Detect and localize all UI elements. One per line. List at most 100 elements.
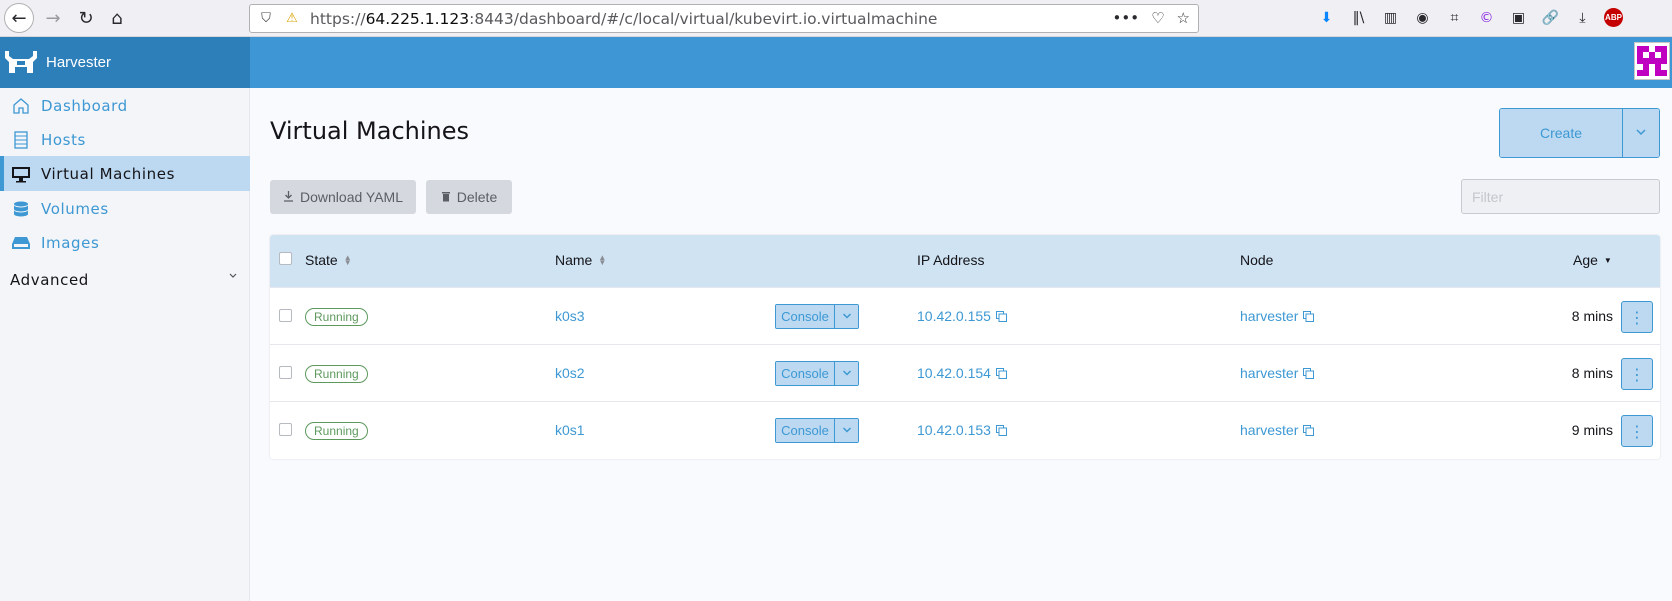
bookmark-star-icon[interactable]: ☆	[1177, 9, 1190, 27]
delete-button[interactable]: Delete	[426, 180, 512, 214]
copy-icon[interactable]	[995, 309, 1007, 322]
app-header: Harvester	[0, 37, 1672, 88]
console-dropdown-button[interactable]	[835, 362, 858, 385]
sidebar-item-hosts[interactable]: Hosts	[0, 122, 250, 157]
row-actions-button[interactable]: ⋮	[1621, 415, 1653, 447]
account-icon[interactable]: ◉	[1412, 7, 1433, 28]
row-checkbox[interactable]	[279, 423, 292, 436]
copy-icon[interactable]	[995, 423, 1007, 436]
row-actions-button[interactable]: ⋮	[1621, 301, 1653, 333]
sidebar-item-images[interactable]: Images	[0, 225, 250, 260]
column-header-name[interactable]: Name ▲ ▼	[555, 252, 606, 268]
kebab-icon: ⋮	[1629, 364, 1645, 384]
node-link[interactable]: harvester	[1240, 308, 1315, 324]
column-header-state[interactable]: State ▲ ▼	[305, 252, 352, 268]
console-button-group: Console	[775, 304, 859, 329]
chevron-down-icon	[1635, 126, 1647, 141]
crop-icon[interactable]: ⌗	[1444, 7, 1465, 28]
console-dropdown-button[interactable]	[835, 305, 858, 328]
database-icon	[11, 200, 31, 218]
home-icon	[11, 97, 31, 115]
console-button[interactable]: Console	[776, 305, 835, 328]
row-checkbox[interactable]	[279, 309, 292, 322]
ip-address-link[interactable]: 10.42.0.153	[917, 422, 1007, 438]
extension-download-icon[interactable]: ⤓	[1572, 7, 1593, 28]
kebab-icon: ⋮	[1629, 421, 1645, 441]
sidebar: Dashboard Hosts Virtual Machines Volumes…	[0, 88, 250, 601]
vm-name-link[interactable]: k0s2	[555, 365, 585, 381]
sort-descending-icon: ▼	[1603, 255, 1612, 265]
create-button-group: Create	[1499, 108, 1660, 158]
brand[interactable]: Harvester	[0, 37, 250, 88]
console-dropdown-button[interactable]	[835, 419, 858, 442]
page-actions-icon[interactable]: •••	[1113, 9, 1140, 27]
row-checkbox[interactable]	[279, 366, 292, 379]
home-icon[interactable]: ⌂	[103, 4, 131, 32]
shield-icon[interactable]: ⛉	[256, 11, 276, 26]
sidebar-item-dashboard[interactable]: Dashboard	[0, 88, 250, 123]
vm-name-link[interactable]: k0s1	[555, 422, 585, 438]
node-link[interactable]: harvester	[1240, 365, 1315, 381]
status-badge: Running	[305, 308, 368, 326]
extension-c-icon[interactable]: ©	[1476, 7, 1497, 28]
status-badge: Running	[305, 422, 368, 440]
extension-tray-icon[interactable]: ▣	[1508, 7, 1529, 28]
user-avatar[interactable]	[1634, 42, 1670, 80]
chevron-down-icon	[842, 423, 852, 438]
monitor-icon	[11, 165, 31, 183]
back-arrow-icon[interactable]: ←	[4, 3, 34, 33]
status-badge: Running	[305, 365, 368, 383]
pocket-icon[interactable]: ♡	[1151, 9, 1164, 27]
chevron-down-icon	[842, 366, 852, 381]
downloads-icon[interactable]: ⬇	[1316, 7, 1337, 28]
insecure-lock-icon[interactable]: ⚠	[282, 11, 302, 26]
table-header: State ▲ ▼ Name ▲ ▼ IP Address Node Age ▼	[270, 235, 1660, 287]
node-link[interactable]: harvester	[1240, 422, 1315, 438]
download-icon	[283, 189, 294, 205]
sidebar-group-advanced[interactable]: Advanced	[0, 263, 250, 297]
create-button[interactable]: Create	[1500, 109, 1623, 157]
filter-input[interactable]	[1461, 179, 1660, 214]
brand-name: Harvester	[46, 54, 112, 71]
sort-icon: ▲ ▼	[343, 253, 352, 267]
download-yaml-button[interactable]: Download YAML	[270, 180, 416, 214]
address-bar[interactable]: ⛉ ⚠ https://64.225.1.123:8443/dashboard/…	[249, 4, 1199, 33]
sidebar-icon[interactable]: ▥	[1380, 7, 1401, 28]
table-row: Running k0s2 Console 10.42.0.154 harvest…	[270, 344, 1660, 401]
server-icon	[11, 130, 31, 149]
trash-icon	[441, 189, 451, 205]
forward-arrow-icon[interactable]: →	[39, 4, 67, 32]
kebab-icon: ⋮	[1629, 307, 1645, 327]
copy-icon[interactable]	[1303, 309, 1315, 322]
column-header-age[interactable]: Age ▼	[1573, 252, 1612, 268]
adblock-icon[interactable]: ABP	[1604, 8, 1623, 27]
chevron-down-icon	[842, 309, 852, 324]
console-button[interactable]: Console	[776, 419, 835, 442]
column-header-ip-address: IP Address	[917, 252, 985, 268]
sidebar-item-volumes[interactable]: Volumes	[0, 191, 250, 226]
age-value: 8 mins	[1571, 308, 1613, 324]
ip-address-link[interactable]: 10.42.0.155	[917, 308, 1007, 324]
copy-icon[interactable]	[1303, 423, 1315, 436]
copy-icon[interactable]	[1303, 366, 1315, 379]
column-header-node: Node	[1240, 252, 1274, 268]
select-all-checkbox[interactable]	[279, 252, 292, 265]
extension-link-icon[interactable]: 🔗	[1540, 7, 1561, 28]
ip-address-link[interactable]: 10.42.0.154	[917, 365, 1007, 381]
console-button-group: Console	[775, 418, 859, 443]
console-button[interactable]: Console	[776, 362, 835, 385]
console-button-group: Console	[775, 361, 859, 386]
create-dropdown-button[interactable]	[1623, 109, 1659, 157]
reload-icon[interactable]: ↻	[72, 4, 100, 32]
chevron-down-icon	[228, 271, 238, 284]
browser-toolbar: ← → ↻ ⌂ ⛉ ⚠ https://64.225.1.123:8443/da…	[0, 0, 1672, 37]
copy-icon[interactable]	[995, 366, 1007, 379]
url-text[interactable]: https://64.225.1.123:8443/dashboard/#/c/…	[310, 10, 937, 28]
sidebar-item-virtual-machines[interactable]: Virtual Machines	[0, 156, 250, 191]
library-icon[interactable]: ‖\	[1348, 7, 1369, 28]
vm-name-link[interactable]: k0s3	[555, 308, 585, 324]
row-actions-button[interactable]: ⋮	[1621, 358, 1653, 390]
age-value: 9 mins	[1571, 422, 1613, 438]
sort-icon: ▲ ▼	[598, 253, 607, 267]
table-row: Running k0s3 Console 10.42.0.155 harvest…	[270, 287, 1660, 344]
